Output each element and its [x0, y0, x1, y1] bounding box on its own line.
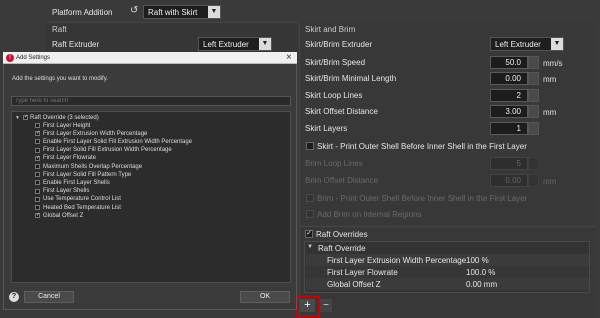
- add-override-button[interactable]: +: [300, 299, 315, 312]
- brim-loop-lines-stepper[interactable]: [528, 157, 539, 170]
- add-brim-checkbox[interactable]: [306, 210, 314, 218]
- brim-offset-label: Brim Offset Distance: [305, 176, 379, 185]
- skirt-print-outer-checkbox[interactable]: [306, 142, 314, 150]
- override-row-value: 100 %: [466, 256, 489, 265]
- tree-root-checkbox[interactable]: ✓: [23, 115, 28, 120]
- brim-offset-input[interactable]: 0.00: [490, 174, 528, 187]
- setting-checkbox[interactable]: [35, 139, 40, 145]
- dialog-instruction: Add the settings you want to modify.: [12, 76, 108, 82]
- skirt-layers-input[interactable]: 1: [490, 122, 528, 135]
- setting-checkbox[interactable]: ✓: [35, 213, 40, 219]
- brim-offset-stepper[interactable]: [528, 174, 539, 187]
- skirt-min-length-label: Skirt/Brim Minimal Length: [305, 74, 397, 83]
- setting-checkbox[interactable]: [35, 180, 40, 186]
- tree-root-label: Raft Override (3 selected): [30, 115, 99, 121]
- setting-checkbox[interactable]: [35, 196, 40, 202]
- setting-item-label: First Layer Flowrate: [43, 155, 97, 162]
- skirt-speed-stepper[interactable]: [528, 56, 539, 69]
- settings-search-input[interactable]: [11, 96, 291, 106]
- override-row-name: First Layer Flowrate: [327, 268, 398, 277]
- skirt-layers-label: Skirt Layers: [305, 124, 348, 133]
- skirt-extruder-select[interactable]: Left Extruder ▼: [490, 37, 564, 51]
- skirt-extruder-label: Skirt/Brim Extruder: [305, 40, 373, 49]
- setting-checkbox[interactable]: [35, 205, 40, 210]
- skirt-brim-title: Skirt and Brim: [305, 25, 356, 34]
- brim-print-outer-label: Brim - Print Outer Shell Before Inner Sh…: [317, 194, 528, 203]
- brim-loop-lines-label: Brim Loop Lines: [305, 159, 363, 168]
- skirt-layers-stepper[interactable]: [528, 122, 539, 135]
- setting-item-label: Enable First Layer Solid Fill Extrusion …: [43, 138, 193, 145]
- brim-offset-unit: mm: [543, 177, 557, 186]
- override-row-value: 0.00 mm: [466, 280, 498, 289]
- skirt-speed-label: Skirt/Brim Speed: [305, 58, 366, 67]
- override-row-name: Global Offset Z: [327, 280, 381, 289]
- chevron-down-icon[interactable]: ▼: [15, 115, 20, 121]
- skirt-extruder-value: Left Extruder: [495, 40, 541, 49]
- skirt-min-length-stepper[interactable]: [528, 72, 539, 85]
- raft-overrides-checkbox[interactable]: ✓: [305, 230, 313, 238]
- ok-button[interactable]: OK: [240, 291, 290, 303]
- close-icon[interactable]: ×: [286, 52, 292, 63]
- chevron-down-icon: ▼: [208, 6, 220, 18]
- skirt-loop-lines-stepper[interactable]: [528, 89, 539, 102]
- app-icon: !: [6, 54, 14, 62]
- setting-item-label: First Layer Solid Fill Extrusion Width P…: [43, 147, 172, 154]
- raft-extruder-select[interactable]: Left Extruder ▼: [198, 37, 272, 51]
- setting-checkbox[interactable]: [35, 188, 40, 194]
- chevron-down-icon: ▼: [551, 38, 563, 50]
- chevron-down-icon[interactable]: ▼: [307, 244, 313, 250]
- setting-checkbox[interactable]: [35, 123, 40, 128]
- raft-extruder-label: Raft Extruder: [52, 40, 100, 49]
- brim-loop-lines-input[interactable]: 5: [490, 157, 528, 170]
- skirt-min-length-input[interactable]: 0.00: [490, 72, 528, 85]
- setting-checkbox[interactable]: [35, 172, 40, 178]
- setting-item-label: First Layer Height: [43, 122, 91, 129]
- setting-checkbox[interactable]: ✓: [35, 131, 40, 137]
- raft-override-group-label: Raft Override: [318, 244, 366, 253]
- setting-item-label: Maximum Shells Overlap Percentage: [43, 163, 143, 170]
- reset-icon[interactable]: ↺: [130, 6, 140, 16]
- setting-checkbox[interactable]: ✓: [35, 155, 40, 161]
- skirt-min-length-unit: mm: [543, 75, 557, 84]
- raft-overrides-title: Raft Overrides: [316, 230, 368, 239]
- raft-extruder-value: Left Extruder: [203, 40, 249, 49]
- override-row-value: 100.0 %: [466, 268, 496, 277]
- remove-override-button[interactable]: −: [320, 299, 332, 312]
- chevron-down-icon: ▼: [259, 38, 271, 50]
- skirt-offset-input[interactable]: 3.00: [490, 105, 528, 118]
- setting-item-label: Global Offset Z: [43, 212, 84, 219]
- skirt-offset-unit: mm: [543, 108, 557, 117]
- setting-item-label: First Layer Shells: [43, 188, 90, 195]
- cancel-button[interactable]: Cancel: [24, 291, 74, 303]
- setting-checkbox[interactable]: [35, 147, 40, 153]
- brim-print-outer-checkbox[interactable]: [306, 194, 314, 202]
- setting-checkbox[interactable]: [35, 164, 40, 169]
- setting-item-label: First Layer Extrusion Width Percentage: [43, 130, 148, 137]
- skirt-loop-lines-input[interactable]: 2: [490, 89, 528, 102]
- help-icon[interactable]: ?: [9, 292, 19, 302]
- setting-item-label: Use Temperature Control List: [43, 196, 121, 203]
- setting-item-label: Heated Bed Temperature List: [43, 204, 121, 211]
- skirt-offset-label: Skirt Offset Distance: [305, 107, 378, 116]
- setting-item-label: Enable First Layer Shells: [43, 179, 110, 186]
- setting-item-label: First Layer Solid Fill Pattern Type: [43, 171, 132, 178]
- skirt-speed-input[interactable]: 50.0: [490, 56, 528, 69]
- skirt-loop-lines-label: Skirt Loop Lines: [305, 91, 363, 100]
- raft-section-label: Raft: [52, 25, 67, 34]
- platform-addition-select[interactable]: Raft with Skirt ▼: [143, 5, 221, 19]
- override-row-name: First Layer Extrusion Width Percentage: [327, 256, 467, 265]
- platform-addition-label: Platform Addition: [52, 8, 113, 17]
- add-brim-label: Add Brim on Internal Regions: [317, 210, 422, 219]
- skirt-speed-unit: mm/s: [543, 59, 563, 68]
- skirt-print-outer-label: Skirt - Print Outer Shell Before Inner S…: [317, 142, 527, 151]
- platform-addition-value: Raft with Skirt: [148, 8, 198, 17]
- dialog-title: Add Settings: [16, 55, 51, 61]
- skirt-offset-stepper[interactable]: [528, 105, 539, 118]
